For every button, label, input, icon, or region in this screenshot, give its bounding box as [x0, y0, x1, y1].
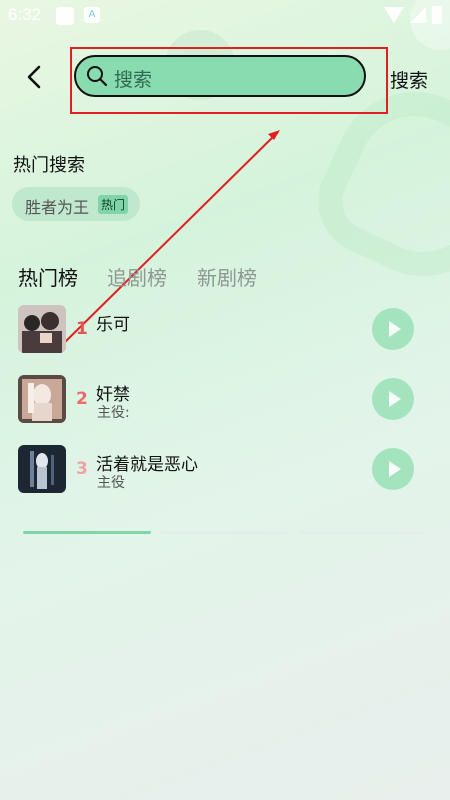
play-button[interactable] [372, 378, 414, 420]
cover-thumbnail [18, 375, 66, 423]
item-cast: 主役: [97, 405, 130, 421]
list-item[interactable]: 1 乐可 [0, 305, 450, 365]
cover-thumbnail [18, 305, 66, 353]
chip-label: 胜者为王 [25, 198, 90, 217]
hot-search-chip[interactable]: 胜者为王 热门 [12, 187, 140, 221]
item-cast: 主役 [97, 475, 125, 491]
rank-number: 3 [76, 459, 88, 479]
tab-new-ranking[interactable]: 新剧榜 [197, 262, 257, 291]
list-item[interactable]: 3 活着就是恶心 主役 [0, 445, 450, 505]
hot-badge: 热门 [98, 195, 129, 214]
tab-trending-ranking[interactable]: 追剧榜 [107, 262, 167, 291]
play-button[interactable] [372, 308, 414, 350]
page-indicator-active [23, 531, 151, 534]
item-title: 乐可 [96, 315, 130, 335]
page-indicator [299, 531, 426, 534]
hot-search-title: 热门搜索 [13, 155, 85, 176]
play-button[interactable] [372, 448, 414, 490]
page-indicator [161, 531, 288, 534]
tab-hot-ranking[interactable]: 热门榜 [18, 262, 78, 291]
rank-number: 1 [76, 319, 88, 339]
rank-number: 2 [76, 389, 88, 409]
cover-thumbnail [18, 445, 66, 493]
list-item[interactable]: 2 奸禁 主役: [0, 375, 450, 435]
